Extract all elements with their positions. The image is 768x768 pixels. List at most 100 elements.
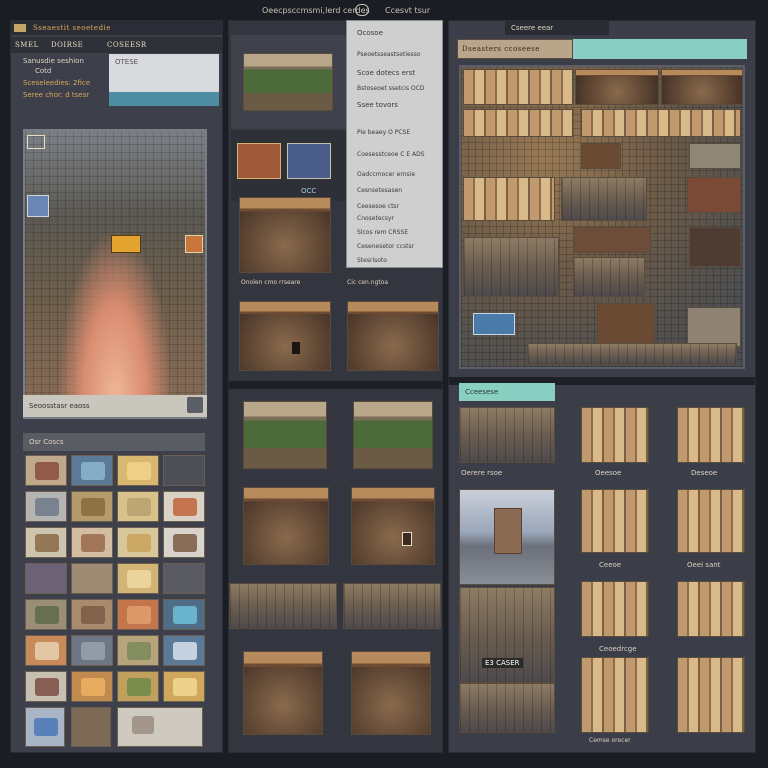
map-room[interactable] [687,177,741,213]
inventory-slot[interactable] [25,455,67,486]
scene-card-3[interactable] [347,301,439,371]
tab-doirse[interactable]: DOIRSE [51,41,83,49]
map-room[interactable] [561,177,647,221]
inventory-slot[interactable] [117,635,159,666]
inventory-slot[interactable] [25,563,67,594]
section-tab[interactable]: Cceesese [459,383,555,401]
npc-icon[interactable] [402,532,412,546]
map-room[interactable] [687,307,741,347]
menu-item[interactable]: Ceesesoe ctsr [357,203,399,210]
stat-card[interactable] [581,657,649,733]
inventory-slot[interactable] [25,527,67,558]
scene-card-6[interactable] [243,487,329,565]
inventory-slot[interactable] [25,635,67,666]
stat-card[interactable] [677,581,745,637]
inventory-slot[interactable] [71,599,113,630]
map-settings-icon[interactable] [187,397,203,413]
room-card[interactable] [459,407,555,463]
inventory-slot[interactable] [117,491,159,522]
tab-coseesr[interactable]: COSEESR [107,41,147,49]
scene-card-9[interactable] [351,651,431,735]
menu-item[interactable]: Ocosoe [357,29,383,37]
controller-icon[interactable] [355,4,369,16]
map-room[interactable] [661,69,743,105]
map-room[interactable] [573,257,645,297]
portrait-icon[interactable] [237,143,281,179]
inventory-slot[interactable] [71,491,113,522]
menu-item[interactable]: Oadccmocer ernsie [357,171,415,178]
inventory-slot[interactable] [163,635,205,666]
scene-card-7[interactable] [351,487,435,565]
inventory-slot[interactable] [163,527,205,558]
inventory-slot[interactable] [25,707,65,747]
map-room[interactable] [573,227,651,253]
map-marker-icon[interactable] [111,235,141,253]
ruins-scene[interactable]: E3 CASER [459,587,555,683]
sky-scene[interactable] [459,489,555,585]
scene-card-1[interactable] [239,197,331,273]
map-room[interactable] [463,177,555,221]
inventory-slot[interactable] [117,707,203,747]
inventory-slot[interactable] [71,563,113,594]
stat-card[interactable] [581,407,649,463]
inventory-slot[interactable] [71,455,113,486]
map-shield-icon[interactable] [27,195,49,217]
dungeon-map[interactable] [459,65,745,369]
inventory-slot[interactable] [71,527,113,558]
inventory-slot[interactable] [117,671,159,702]
inventory-slot[interactable] [163,671,205,702]
dropdown-menu[interactable]: Ocosoe Pseoetsseastsetiesso Scoe dotecs … [346,20,443,268]
scene-strip-1[interactable] [229,583,337,629]
stat-card[interactable] [677,407,745,463]
map-room[interactable] [581,109,741,137]
map-room[interactable] [527,343,737,365]
menu-item[interactable]: Bstoseoet ssetcis OCD [357,85,425,92]
inventory-slot[interactable] [25,491,67,522]
inventory-slot[interactable] [163,455,205,486]
menu-item[interactable]: Ssee tovors [357,101,398,109]
scene-thumbnail[interactable] [243,53,333,111]
inventory-slot[interactable] [25,599,67,630]
menu-item[interactable]: Cesenesetor ccstsr [357,243,414,250]
map-room[interactable] [473,313,515,335]
stone-scene[interactable] [459,683,555,733]
inventory-slot[interactable] [163,563,205,594]
scene-card-5[interactable] [353,401,433,469]
map-room[interactable] [689,143,741,169]
scene-card-4[interactable] [243,401,327,469]
inventory-slot[interactable] [25,671,67,702]
scene-card-2[interactable] [239,301,331,371]
map-room[interactable] [463,237,559,297]
menu-item[interactable]: Cesnsetesasen [357,187,402,194]
map-room[interactable] [597,303,655,347]
inventory-slot[interactable] [117,455,159,486]
menu-item[interactable]: Pseoetsseastsetiesso [357,51,421,58]
menu-item[interactable]: Slcos rem CRSSE [357,229,408,236]
menu-item[interactable]: Pie beaey O PCSE [357,129,410,136]
inventory-slot[interactable] [163,599,205,630]
menu-item[interactable]: Stesrisoto [357,257,387,264]
menu-item[interactable]: Coesesstceoe C E ADS [357,151,425,158]
map-room[interactable] [581,143,621,169]
character-icon[interactable] [292,342,300,354]
scene-strip-2[interactable] [343,583,441,629]
inventory-slot[interactable] [163,491,205,522]
map-room[interactable] [575,69,659,105]
inventory-slot[interactable] [71,707,111,747]
world-map-view[interactable] [23,129,207,419]
scene-card-8[interactable] [243,651,323,735]
stat-card[interactable] [581,581,649,637]
stat-card[interactable] [677,657,745,733]
map-flag-icon[interactable] [185,235,203,253]
inventory-slot[interactable] [71,671,113,702]
inventory-slot[interactable] [71,635,113,666]
menu-item[interactable]: Cnosetecsyr [357,215,394,222]
inventory-slot[interactable] [117,563,159,594]
stat-card[interactable] [581,489,649,553]
stat-card[interactable] [677,489,745,553]
crest-icon[interactable] [287,143,331,179]
menu-item[interactable]: Scoe dotecs erst [357,69,415,77]
inventory-slot[interactable] [117,599,159,630]
right-top-tab[interactable]: Cseere eear [505,21,609,35]
map-room[interactable] [463,109,573,137]
